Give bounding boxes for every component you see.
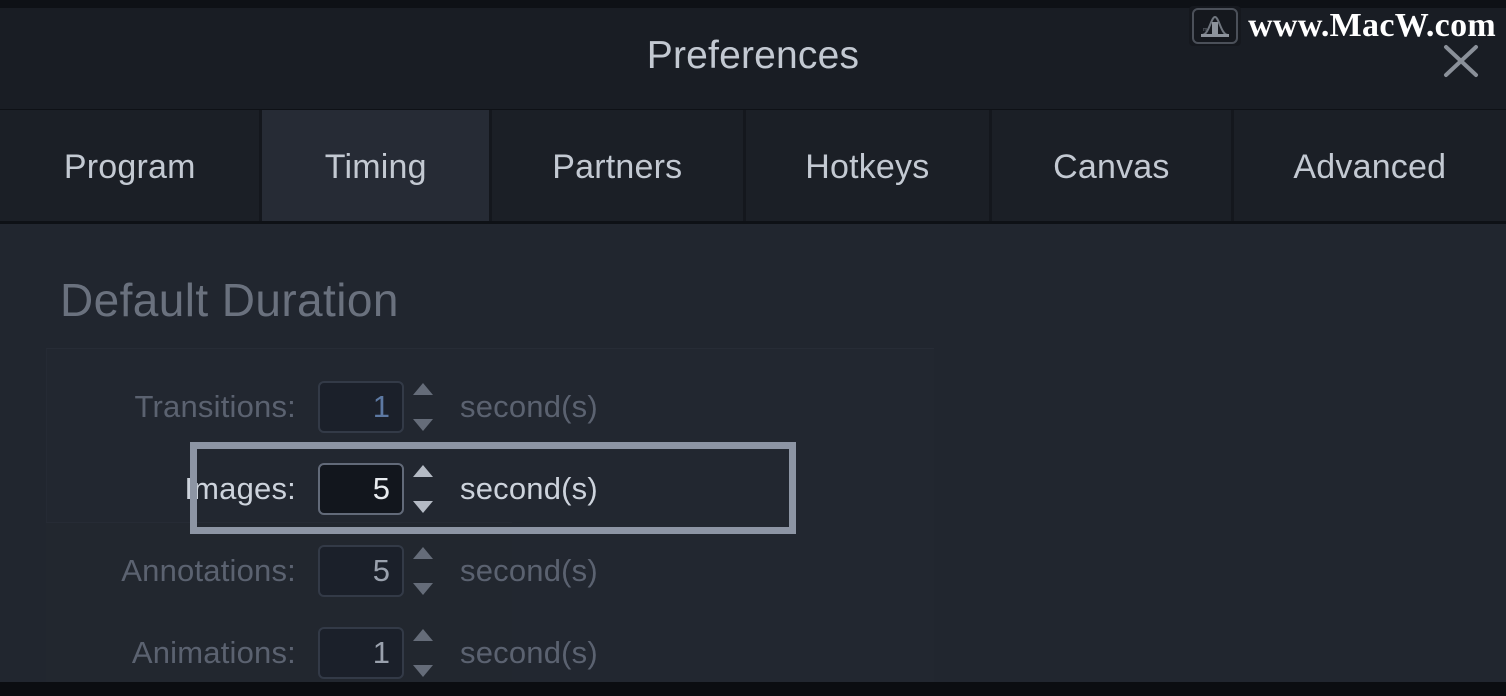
tab-canvas[interactable]: Canvas [992,110,1231,224]
chevron-up-icon[interactable] [413,547,433,559]
watermark-text: www.MacW.com [1248,6,1496,46]
images-input[interactable]: 5 [318,463,404,515]
tab-program[interactable]: Program [0,110,259,224]
annotations-unit: second(s) [460,551,598,591]
tab-hotkeys-label: Hotkeys [805,148,929,187]
tab-hotkeys[interactable]: Hotkeys [746,110,990,224]
row-images: Images: 5 second(s) [0,458,598,520]
watermark: m www.MacW.com [1189,6,1496,46]
macw-logo-icon: m [1189,6,1241,46]
row-transitions: Transitions: 1 second(s) [0,376,598,438]
transitions-stepper[interactable]: 1 [318,381,436,433]
chevron-up-icon[interactable] [413,629,433,641]
images-label: Images: [0,469,318,509]
chevron-up-icon[interactable] [413,465,433,477]
tab-timing[interactable]: Timing [262,110,489,224]
annotations-input[interactable]: 5 [318,545,404,597]
images-stepper[interactable]: 5 [318,463,436,515]
annotations-stepper[interactable]: 5 [318,545,436,597]
section-title: Default Duration [60,272,399,328]
row-animations: Animations: 1 second(s) [0,622,598,684]
chevron-down-icon[interactable] [413,665,433,677]
tab-program-label: Program [64,148,196,187]
animations-label: Animations: [0,633,318,673]
transitions-input[interactable]: 1 [318,381,404,433]
transitions-label: Transitions: [0,387,318,427]
timing-panel: Default Duration [0,224,1506,682]
images-arrows [410,463,436,515]
tab-partners-label: Partners [552,148,682,187]
tab-timing-label: Timing [325,148,427,187]
animations-input[interactable]: 1 [318,627,404,679]
animations-arrows [410,627,436,679]
tab-canvas-label: Canvas [1053,148,1169,187]
animations-stepper[interactable]: 1 [318,627,436,679]
tab-advanced[interactable]: Advanced [1234,110,1506,224]
animations-unit: second(s) [460,633,598,673]
transitions-arrows [410,381,436,433]
tab-partners[interactable]: Partners [492,110,742,224]
annotations-label: Annotations: [0,551,318,591]
tabbar: Program Timing Partners Hotkeys Canvas A… [0,110,1506,224]
bottom-bar [0,682,1506,696]
annotations-arrows [410,545,436,597]
svg-text:m: m [1203,27,1207,33]
chevron-down-icon[interactable] [413,419,433,431]
row-annotations: Annotations: 5 second(s) [0,540,598,602]
chevron-down-icon[interactable] [413,501,433,513]
preferences-window: Preferences m www.MacW.com Program Timin… [0,0,1506,696]
chevron-down-icon[interactable] [413,583,433,595]
tab-advanced-label: Advanced [1293,148,1446,187]
chevron-up-icon[interactable] [413,383,433,395]
images-unit: second(s) [460,469,598,509]
transitions-unit: second(s) [460,387,598,427]
